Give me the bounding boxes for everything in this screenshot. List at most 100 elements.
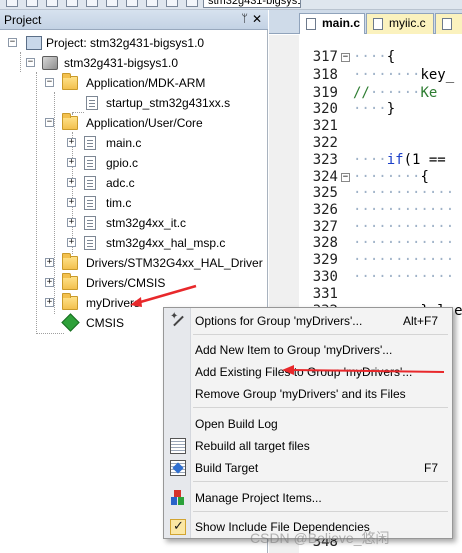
tree-item-label: main.c — [106, 136, 142, 150]
toolbar-button-icon[interactable] — [6, 0, 18, 7]
expand-icon[interactable]: + — [67, 238, 76, 247]
file-icon — [84, 196, 96, 210]
expand-icon[interactable]: + — [67, 138, 76, 147]
tree-file-stm32g4xx-it-c[interactable]: + stm32g4xx_it.c — [0, 213, 268, 233]
tree-item-project[interactable]: − Project: stm32g431-bigsys1.0 — [0, 33, 268, 53]
line-number: 317 — [312, 49, 338, 65]
toolbar-button-icon[interactable] — [86, 0, 98, 7]
tree-file-main-c[interactable]: + main.c — [0, 133, 268, 153]
tab-myiic-c[interactable]: myiic.c — [366, 13, 434, 34]
menu-separator — [193, 511, 448, 512]
menu-item-label: Add Existing Files to Group 'myDrivers'.… — [195, 365, 413, 379]
rebuild-icon — [170, 438, 186, 454]
toolbar-button-icon[interactable] — [166, 0, 178, 7]
file-icon — [84, 156, 96, 170]
toolbar-button-icon[interactable] — [186, 0, 198, 7]
toolbar-button-icon[interactable] — [126, 0, 138, 7]
expand-icon[interactable]: + — [67, 178, 76, 187]
pin-icon[interactable]: ᛘ — [241, 13, 248, 25]
tree-item-label: Application/User/Core — [86, 116, 203, 130]
toolbar-button-icon[interactable] — [26, 0, 38, 7]
fold-toggle-icon[interactable]: − — [341, 173, 350, 182]
code-line-317: ····{ — [353, 49, 396, 65]
folder-icon — [62, 73, 78, 90]
expand-icon[interactable]: + — [45, 258, 54, 267]
line-number: 322 — [312, 135, 338, 151]
tree-group-drivers-cmsis[interactable]: + Drivers/CMSIS — [0, 273, 268, 293]
menu-item-add-new-item[interactable]: Add New Item to Group 'myDrivers'... — [164, 339, 452, 361]
tree-item-label: Drivers/CMSIS — [86, 276, 166, 290]
code-line-318: ········key_ — [353, 67, 455, 83]
expand-icon[interactable]: + — [45, 298, 54, 307]
project-icon — [26, 36, 42, 50]
watermark: CSDN @Believe_悠闲 — [250, 530, 390, 546]
menu-item-build-target[interactable]: Build Target F7 — [164, 457, 452, 479]
tree-item-target[interactable]: − stm32g431-bigsys1.0 — [0, 53, 268, 73]
tree-file-tim-c[interactable]: + tim.c — [0, 193, 268, 213]
toolbar: stm32g431-bigsys1.0 — [0, 0, 462, 10]
tree-item-label: Drivers/STM32G4xx_HAL_Driver — [86, 256, 263, 270]
menu-item-rebuild-all[interactable]: Rebuild all target files — [164, 435, 452, 457]
project-pane-title: Project — [4, 13, 42, 27]
collapse-icon[interactable]: − — [26, 58, 35, 67]
line-number: 321 — [312, 118, 338, 134]
fold-toggle-icon[interactable]: − — [341, 53, 350, 62]
tab-partial[interactable] — [435, 13, 462, 34]
file-icon — [306, 18, 316, 30]
tree-file-stm32g4xx-hal-msp-c[interactable]: + stm32g4xx_hal_msp.c — [0, 233, 268, 253]
file-icon — [84, 176, 96, 190]
toolbar-button-icon[interactable] — [46, 0, 58, 7]
line-number: 329 — [312, 252, 338, 268]
tab-label: main.c — [322, 16, 361, 30]
tree-file-startup[interactable]: startup_stm32g431xx.s — [0, 93, 268, 113]
cmsis-diamond-icon — [61, 313, 80, 332]
line-number: 319 — [312, 85, 338, 101]
folder-icon — [62, 273, 78, 290]
tree-group-application-user-core[interactable]: − Application/User/Core — [0, 113, 268, 133]
menu-item-remove-group[interactable]: Remove Group 'myDrivers' and its Files — [164, 383, 452, 405]
expand-icon[interactable]: + — [45, 278, 54, 287]
code-line-327: ············ — [353, 219, 455, 235]
collapse-icon[interactable]: − — [45, 78, 54, 87]
tree-item-label: stm32g4xx_hal_msp.c — [106, 236, 226, 250]
menu-item-manage-project-items[interactable]: Manage Project Items... — [164, 487, 452, 509]
code-line-329: ············ — [353, 252, 455, 268]
line-number: 331 — [312, 286, 338, 302]
code-line-319: //······Ke — [353, 85, 438, 101]
collapse-icon[interactable]: − — [45, 118, 54, 127]
tree-group-application-mdk-arm[interactable]: − Application/MDK-ARM — [0, 73, 268, 93]
expand-icon[interactable]: + — [67, 198, 76, 207]
folder-icon — [62, 293, 78, 310]
toolbar-button-icon[interactable] — [66, 0, 78, 7]
line-number: 326 — [312, 202, 338, 218]
tree-item-label: tim.c — [106, 196, 132, 210]
target-icon — [42, 56, 58, 70]
code-line-326: ············ — [353, 202, 455, 218]
tree-item-label: CMSIS — [86, 316, 125, 330]
file-icon — [84, 136, 96, 150]
menu-item-options-for-group[interactable]: Options for Group 'myDrivers'... Alt+F7 — [164, 310, 452, 332]
menu-item-open-build-log[interactable]: Open Build Log — [164, 413, 452, 435]
code-line-328: ············ — [353, 235, 455, 251]
editor-tab-bar: main.c myiic.c — [269, 10, 462, 34]
target-select[interactable]: stm32g431-bigsys1.0 — [203, 0, 301, 8]
code-line-323: ····if(1 == — [353, 152, 446, 168]
menu-item-label: Open Build Log — [195, 417, 278, 431]
menu-item-label: Options for Group 'myDrivers'... — [195, 314, 363, 328]
tree-file-adc-c[interactable]: + adc.c — [0, 173, 268, 193]
tab-main-c[interactable]: main.c — [299, 13, 365, 34]
expand-icon[interactable]: + — [67, 158, 76, 167]
toolbar-button-icon[interactable] — [106, 0, 118, 7]
manage-items-icon — [170, 490, 186, 506]
line-number: 328 — [312, 235, 338, 251]
tree-file-gpio-c[interactable]: + gpio.c — [0, 153, 268, 173]
close-icon[interactable]: ✕ — [252, 12, 262, 26]
menu-item-add-existing-files[interactable]: Add Existing Files to Group 'myDrivers'.… — [164, 361, 452, 383]
tree-item-label: Application/MDK-ARM — [86, 76, 206, 90]
tree-item-label: stm32g4xx_it.c — [106, 216, 187, 230]
collapse-icon[interactable]: − — [8, 38, 17, 47]
expand-icon[interactable]: + — [67, 218, 76, 227]
menu-item-shortcut: F7 — [423, 461, 438, 475]
tree-group-hal-driver[interactable]: + Drivers/STM32G4xx_HAL_Driver — [0, 253, 268, 273]
toolbar-button-icon[interactable] — [146, 0, 158, 7]
